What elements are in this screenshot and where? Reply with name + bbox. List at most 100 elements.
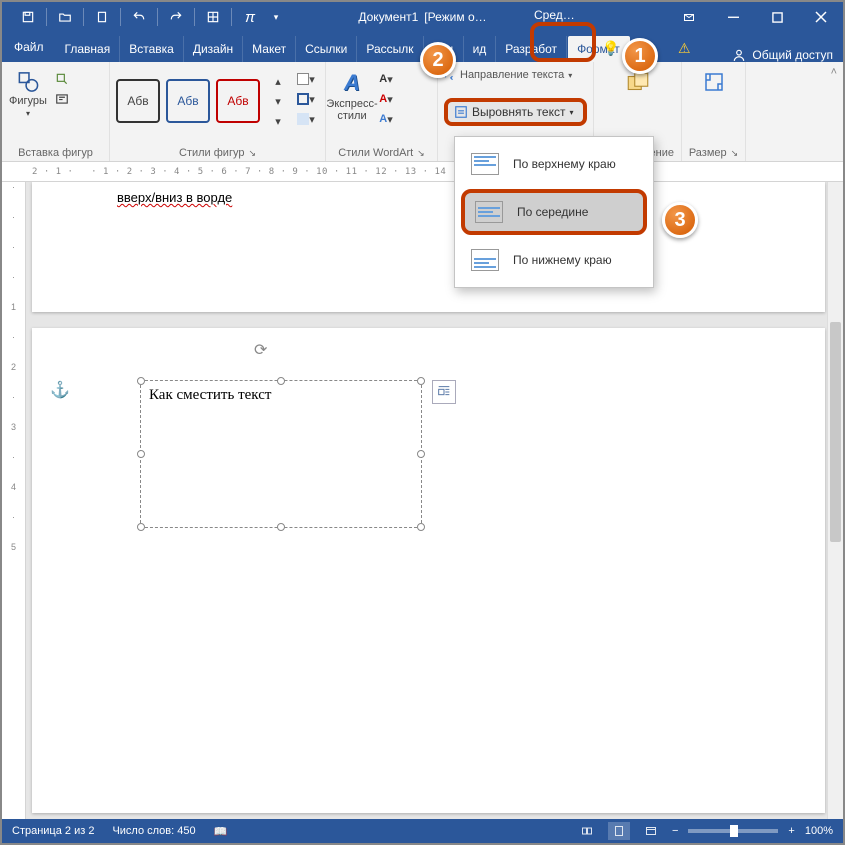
page-1-bottom[interactable]: вверх/вниз в ворде	[32, 182, 825, 312]
ribbon-options-button[interactable]	[667, 2, 711, 32]
quick-styles-button[interactable]: A Экспресс- стили	[332, 66, 372, 118]
group-shape-styles: Абв Абв Абв ▴ ▾ ▾ ▾ ▾ ▾ Стили фигур↘	[110, 62, 326, 161]
align-text-label: Выровнять текст	[472, 105, 565, 119]
resize-handle[interactable]	[417, 377, 425, 385]
textbox-content[interactable]: Как сместить текст	[141, 381, 421, 410]
word-count[interactable]: Число слов: 450	[112, 825, 195, 837]
equation-button[interactable]: π	[232, 3, 268, 31]
redo-button[interactable]	[158, 3, 194, 31]
express-label: Экспресс- стили	[326, 98, 377, 122]
text-outline-button[interactable]: A▾	[376, 90, 396, 108]
shapes-button[interactable]: Фигуры ▾	[8, 66, 48, 118]
tab-design[interactable]: Дизайн	[184, 36, 243, 62]
ruler-vertical[interactable]: ····1·2·3·4·5	[2, 182, 26, 819]
style-preset-2[interactable]: Абв	[166, 79, 210, 123]
maximize-button[interactable]	[755, 2, 799, 32]
new-button[interactable]	[84, 3, 120, 31]
tab-view[interactable]: ид	[464, 36, 497, 62]
rotate-handle-icon[interactable]: ⟳	[254, 340, 267, 360]
resize-handle[interactable]	[277, 523, 285, 531]
save-button[interactable]	[10, 3, 46, 31]
align-top-icon	[471, 153, 499, 175]
ruler-ticks: 2 · 1 · · 1 · 2 · 3 · 4 · 5 · 6 · 7 · 8 …	[32, 167, 517, 177]
styles-more[interactable]: ▾	[268, 112, 288, 130]
text-box-button[interactable]	[52, 90, 72, 108]
tab-references[interactable]: Ссылки	[296, 36, 357, 62]
share-button[interactable]: Общий доступ	[732, 48, 833, 62]
style-preset-3[interactable]: Абв	[216, 79, 260, 123]
text-direction-button[interactable]: Направление текста▾	[442, 68, 572, 82]
minimize-button[interactable]	[711, 2, 755, 32]
group-label-shape-styles: Стили фигур↘	[116, 145, 319, 159]
shapes-label: Фигуры	[9, 95, 47, 107]
selected-textbox[interactable]: Как сместить текст	[140, 380, 422, 528]
language-indicator[interactable]: 📖	[214, 825, 228, 838]
resize-handle[interactable]	[137, 377, 145, 385]
tab-insert[interactable]: Вставка	[120, 36, 184, 62]
resize-handle[interactable]	[137, 523, 145, 531]
align-text-menu: По верхнему краю По середине По нижнему …	[454, 136, 654, 288]
resize-handle[interactable]	[277, 377, 285, 385]
open-button[interactable]	[47, 3, 83, 31]
resize-handle[interactable]	[417, 450, 425, 458]
document-area: ····1·2·3·4·5 вверх/вниз в ворде ⚓ ⟳ Как…	[2, 182, 843, 819]
edit-shape-button[interactable]	[52, 70, 72, 88]
page-indicator[interactable]: Страница 2 из 2	[12, 825, 94, 837]
doc-mode: [Режим о…	[424, 10, 486, 24]
callout-badge-1: 1	[622, 38, 658, 74]
window-controls	[667, 2, 843, 32]
ruler-horizontal[interactable]: 2 · 1 · · 1 · 2 · 3 · 4 · 5 · 6 · 7 · 8 …	[2, 162, 843, 182]
quick-access-toolbar: π ▾	[10, 3, 284, 31]
callout-badge-2: 2	[420, 42, 456, 78]
zoom-slider[interactable]	[688, 829, 778, 833]
share-label: Общий доступ	[752, 48, 833, 62]
shape-outline-button[interactable]: ▾	[296, 90, 316, 108]
tab-layout[interactable]: Макет	[243, 36, 296, 62]
align-bottom-item[interactable]: По нижнему краю	[459, 239, 649, 281]
tab-file[interactable]: Файл	[2, 32, 56, 62]
close-button[interactable]	[799, 2, 843, 32]
scrollbar-vertical[interactable]	[827, 182, 843, 819]
align-bottom-icon	[471, 249, 499, 271]
group-insert-shapes: Фигуры ▾ Вставка фигур	[2, 62, 110, 161]
styles-scroll-up[interactable]: ▴	[268, 72, 288, 90]
align-top-item[interactable]: По верхнему краю	[459, 143, 649, 185]
status-bar: Страница 2 из 2 Число слов: 450 📖 − + 10…	[2, 819, 843, 843]
layout-options-button[interactable]	[432, 380, 456, 404]
anchor-icon: ⚓	[50, 380, 70, 400]
resize-handle[interactable]	[417, 523, 425, 531]
title-bar: π ▾ Документ1 [Режим о… Сред…	[2, 2, 843, 32]
warning-icon[interactable]: ⚠	[678, 40, 691, 57]
group-label-size: Размер↘	[688, 145, 739, 159]
doc-name: Документ1	[358, 10, 418, 24]
web-layout-button[interactable]	[640, 822, 662, 840]
window-title: Документ1 [Режим о…	[358, 10, 486, 24]
shape-fill-button[interactable]: ▾	[296, 70, 316, 88]
collapse-ribbon-button[interactable]: ˄	[831, 66, 837, 78]
styles-scroll-down[interactable]: ▾	[268, 92, 288, 110]
tab-home[interactable]: Главная	[56, 36, 121, 62]
text-effects-button[interactable]: A▾	[376, 110, 396, 128]
qat-more-button[interactable]: ▾	[268, 3, 284, 31]
align-middle-icon	[475, 201, 503, 223]
page1-text: вверх/вниз в ворде	[117, 190, 232, 206]
read-mode-button[interactable]	[576, 822, 598, 840]
undo-button[interactable]	[121, 3, 157, 31]
size-button[interactable]	[694, 66, 734, 118]
zoom-level[interactable]: 100%	[805, 825, 833, 837]
group-wordart: A Экспресс- стили A▾ A▾ A▾ Стили WordArt…	[326, 62, 438, 161]
align-middle-item[interactable]: По середине	[461, 189, 647, 235]
tell-me-icon[interactable]: 💡	[602, 40, 619, 57]
tab-mailings[interactable]: Рассылк	[357, 36, 423, 62]
shape-effects-button[interactable]: ▾	[296, 110, 316, 128]
text-fill-button[interactable]: A▾	[376, 70, 396, 88]
table-button[interactable]	[195, 3, 231, 31]
zoom-in-button[interactable]: +	[788, 825, 794, 837]
print-layout-button[interactable]	[608, 822, 630, 840]
resize-handle[interactable]	[137, 450, 145, 458]
align-text-button[interactable]: Выровнять текст ▾	[444, 98, 587, 126]
zoom-out-button[interactable]: −	[672, 825, 678, 837]
scrollbar-thumb[interactable]	[830, 322, 841, 542]
page-2[interactable]: ⚓ ⟳ Как сместить текст	[32, 328, 825, 813]
style-preset-1[interactable]: Абв	[116, 79, 160, 123]
